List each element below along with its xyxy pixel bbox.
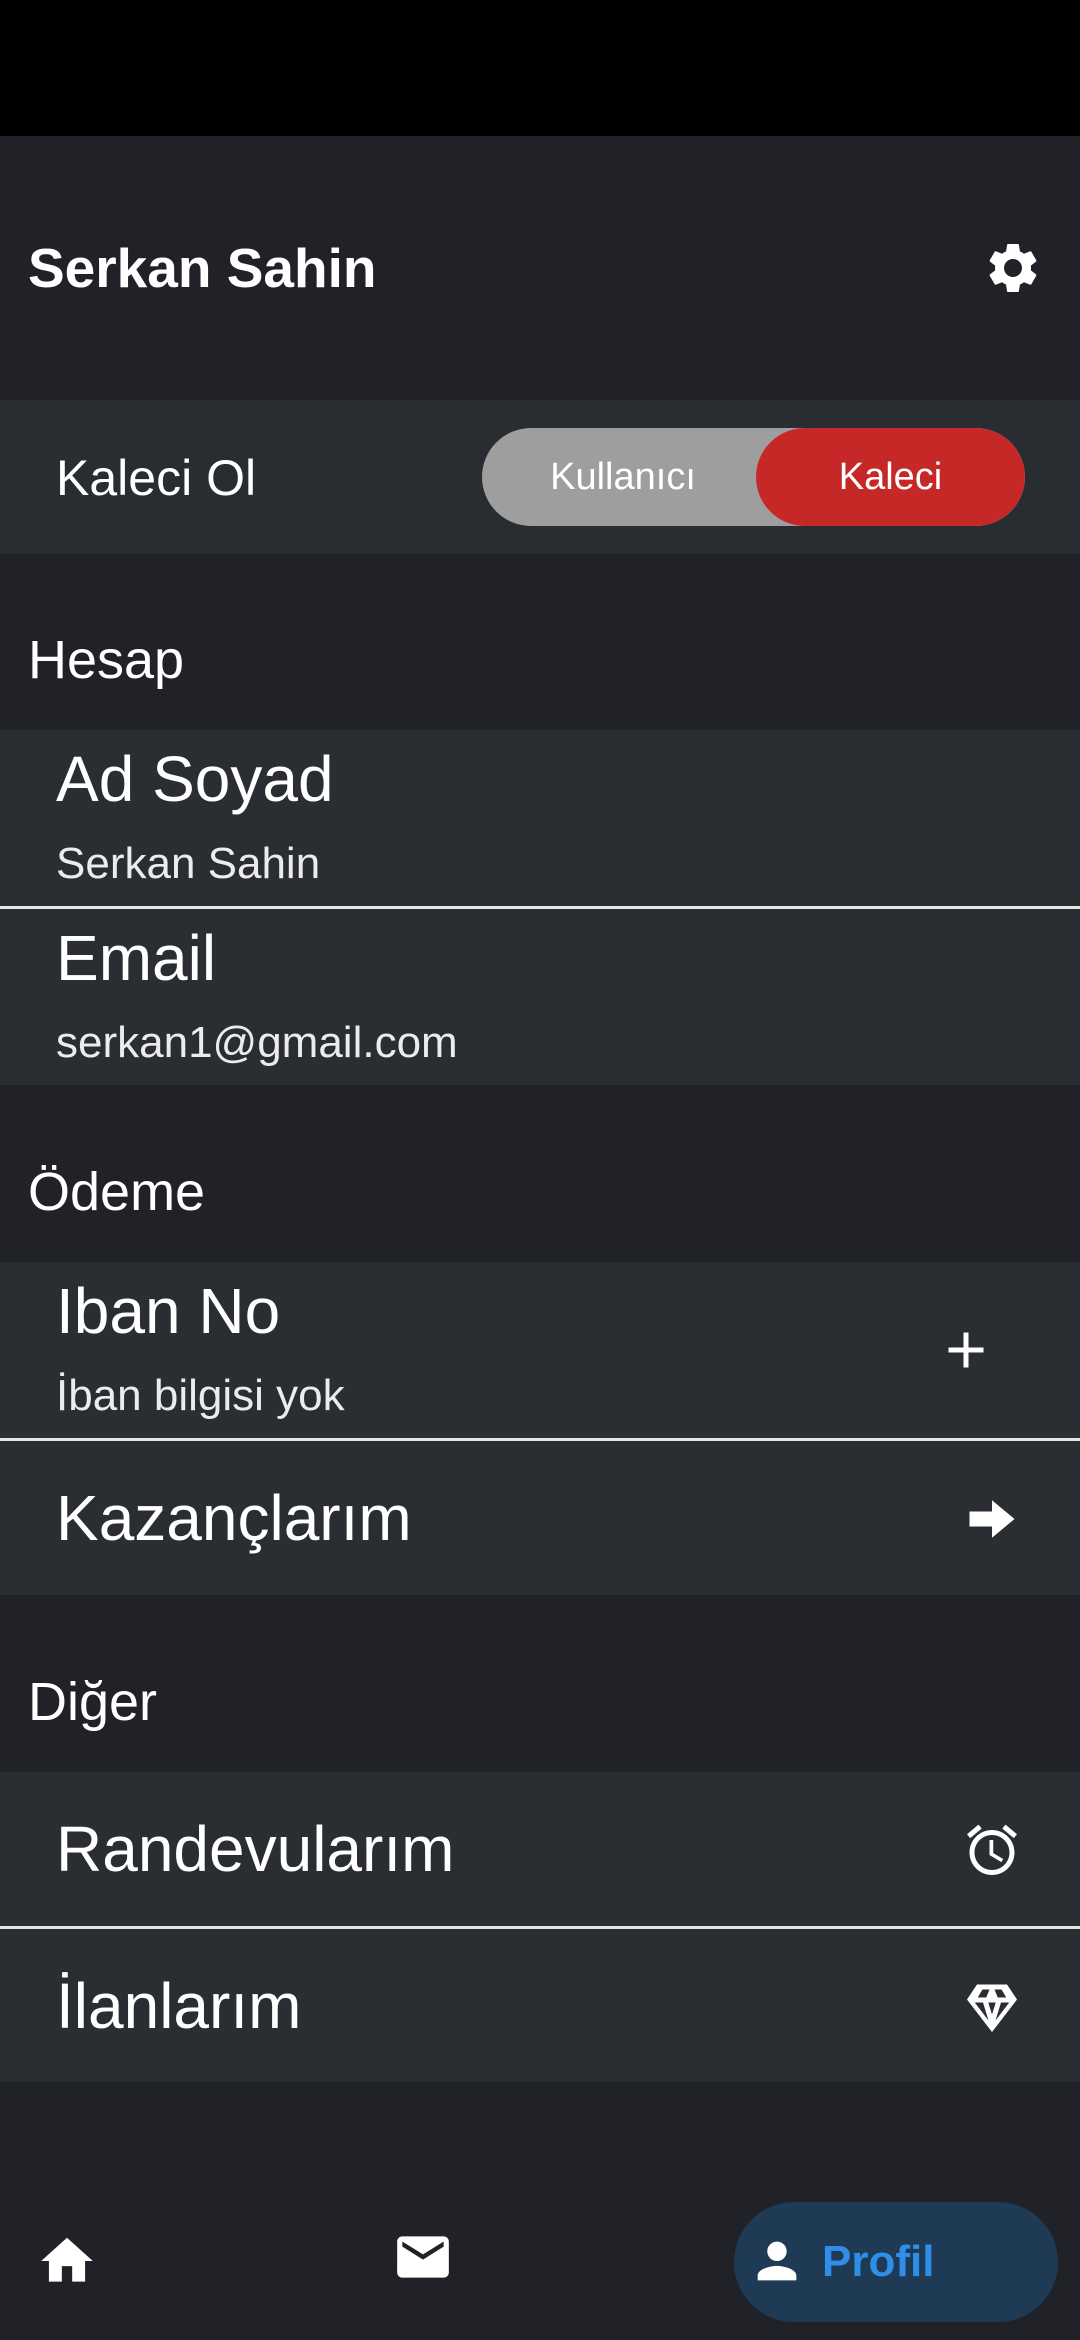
bottom-navigation: Profil: [0, 2170, 1080, 2340]
list-item-title: Randevularım: [56, 1813, 455, 1885]
page-title: Serkan Sahin: [28, 237, 377, 299]
person-icon: [757, 2241, 797, 2281]
list-item-title: Ad Soyad: [56, 743, 334, 815]
add-icon[interactable]: [936, 1320, 996, 1380]
mail-icon[interactable]: [392, 2226, 454, 2288]
diamond-icon: [967, 1984, 1017, 2032]
list-item-title: Iban No: [56, 1275, 281, 1347]
section-title-account: Hesap: [28, 630, 185, 690]
role-toggle-row: Kaleci Ol Kullanıcı Kaleci: [0, 400, 1080, 554]
list-item-name[interactable]: Ad Soyad Serkan Sahin: [0, 730, 1080, 906]
arrow-right-icon: [969, 1500, 1015, 1538]
section-title-payment: Ödeme: [28, 1162, 206, 1222]
role-segmented-control[interactable]: Kullanıcı Kaleci: [482, 428, 1025, 526]
home-icon[interactable]: [36, 2230, 98, 2292]
app-bar: Serkan Sahin: [0, 136, 1080, 400]
list-item-iban[interactable]: Iban No İban bilgisi yok: [0, 1262, 1080, 1438]
list-item-title: Kazançlarım: [56, 1482, 412, 1554]
list-item-title: İlanlarım: [56, 1970, 302, 2042]
role-toggle-label: Kaleci Ol: [56, 450, 257, 506]
list-item-earnings[interactable]: Kazançlarım: [0, 1441, 1080, 1595]
list-item-subtitle: serkan1@gmail.com: [56, 1018, 458, 1067]
list-item-listings[interactable]: İlanlarım: [0, 1929, 1080, 2082]
list-item-subtitle: İban bilgisi yok: [56, 1371, 345, 1420]
list-item-appointments[interactable]: Randevularım: [0, 1772, 1080, 1926]
list-item-title: Email: [56, 922, 217, 994]
section-title-other: Diğer: [28, 1672, 158, 1732]
list-item-subtitle: Serkan Sahin: [56, 839, 321, 888]
segment-goalkeeper[interactable]: Kaleci: [756, 428, 1025, 526]
alarm-icon: [967, 1824, 1017, 1875]
status-bar: [0, 0, 1080, 136]
nav-item-profile-label: Profil: [822, 2237, 935, 2286]
list-item-email[interactable]: Email serkan1@gmail.com: [0, 909, 1080, 1085]
gear-icon[interactable]: [983, 238, 1043, 298]
segment-user[interactable]: Kullanıcı: [482, 428, 764, 526]
nav-item-profile[interactable]: Profil: [734, 2202, 1058, 2322]
